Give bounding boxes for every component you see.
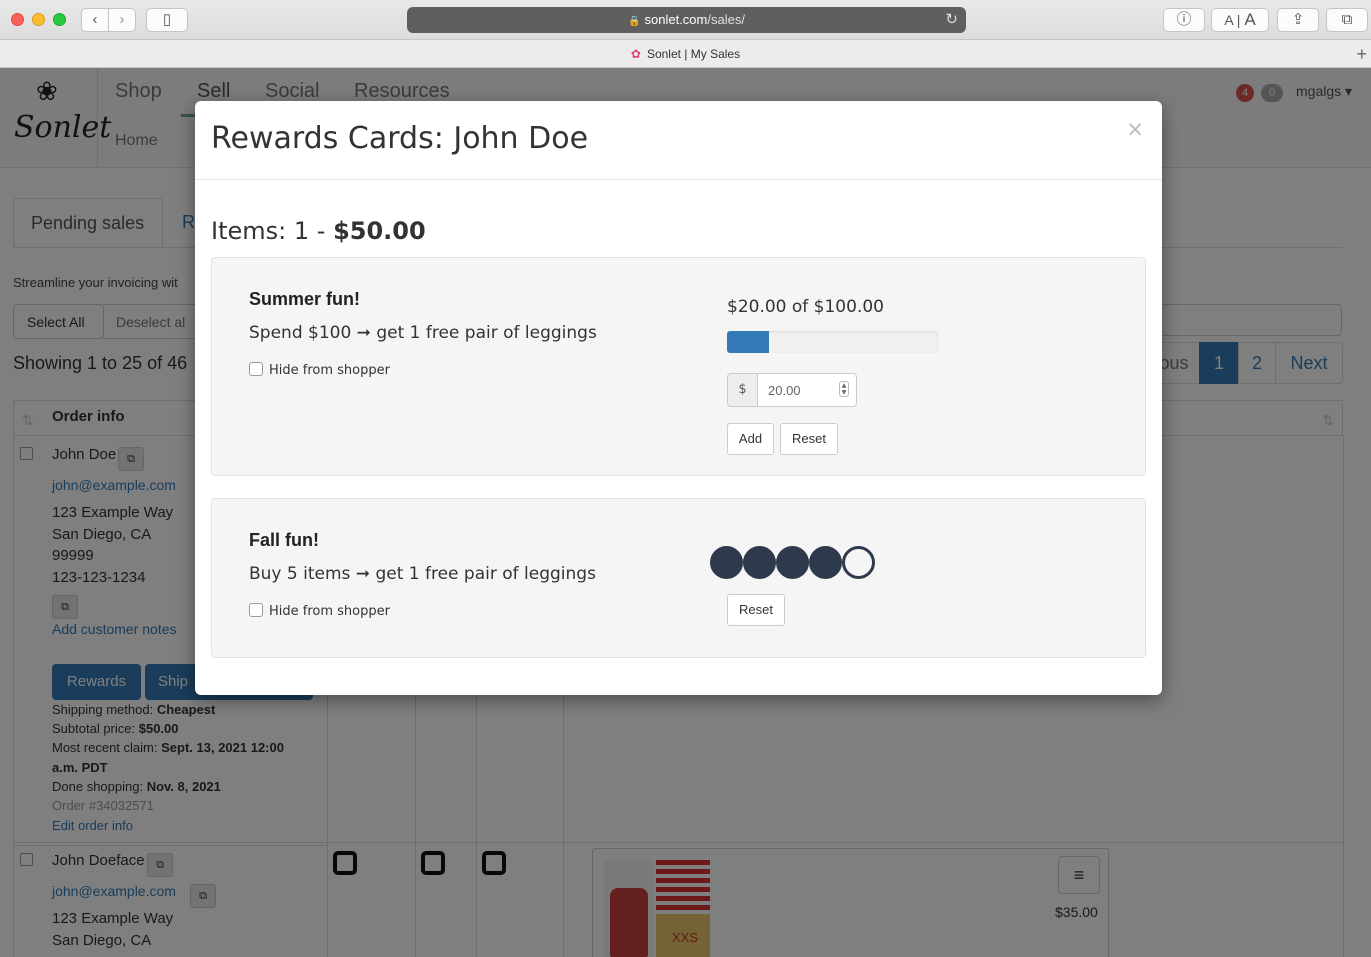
share-icon: ⇪ (1291, 11, 1305, 28)
currency-addon: $ (727, 373, 758, 407)
items-total: $50.00 (333, 217, 426, 245)
reward-card-title: Fall fun! (249, 530, 319, 550)
site-info-button[interactable]: ⓘ (1163, 8, 1205, 32)
items-count: Items: 1 - (211, 217, 326, 245)
info-icon: ⓘ (1176, 11, 1192, 28)
close-icon[interactable]: × (1126, 117, 1144, 141)
lock-icon: 🔒 (628, 16, 641, 27)
url-host: sonlet.com (644, 12, 708, 27)
text-size-large: A (1244, 10, 1256, 29)
items-summary: Items: 1 - $50.00 (211, 217, 426, 245)
reward-card-description: Buy 5 items ➞ get 1 free pair of legging… (249, 564, 596, 584)
empty-stamp-icon[interactable] (842, 546, 875, 579)
sidebar-icon: ▯ (162, 11, 172, 28)
show-tabs-button[interactable]: ⧉ (1326, 8, 1368, 32)
share-button[interactable]: ⇪ (1277, 8, 1319, 32)
hide-from-shopper-checkbox[interactable] (249, 362, 263, 376)
filled-stamp-icon[interactable] (743, 546, 776, 579)
reload-icon[interactable]: ↻ (945, 7, 958, 33)
filled-stamp-icon[interactable] (776, 546, 809, 579)
rewards-cards-modal: Rewards Cards: John Doe × Items: 1 - $50… (195, 101, 1162, 695)
address-bar[interactable]: 🔒 sonlet.com/sales/ ↻ (407, 7, 966, 33)
filled-stamp-icon[interactable] (809, 546, 842, 579)
text-size-button[interactable]: A | A (1211, 8, 1269, 32)
hide-from-shopper-label: Hide from shopper (269, 604, 390, 619)
close-window-button[interactable] (11, 13, 24, 26)
reset-button[interactable]: Reset (780, 423, 838, 455)
url-path: /sales/ (707, 12, 745, 27)
reward-card-description: Spend $100 ➞ get 1 free pair of leggings (249, 323, 597, 343)
sidebar-toggle-button[interactable]: ▯ (146, 8, 188, 32)
back-button[interactable]: ‹ (81, 8, 109, 32)
tab-title[interactable]: Sonlet | My Sales (647, 47, 740, 61)
chevron-right-icon: › (119, 11, 125, 28)
hide-from-shopper-label: Hide from shopper (269, 363, 390, 378)
favicon-icon: ✿ (630, 47, 641, 61)
browser-toolbar: ‹ › ▯ 🔒 sonlet.com/sales/ ↻ ⓘ A | A ⇪ ⧉ (0, 0, 1371, 40)
browser-chrome: ‹ › ▯ 🔒 sonlet.com/sales/ ↻ ⓘ A | A ⇪ ⧉ ✿… (0, 0, 1371, 68)
hide-from-shopper-toggle[interactable]: Hide from shopper (249, 362, 390, 378)
chevron-left-icon: ‹ (92, 11, 98, 28)
progress-fill (727, 331, 770, 353)
zoom-window-button[interactable] (53, 13, 66, 26)
spinner-icon[interactable]: ▲ ▼ (839, 381, 849, 397)
reset-button[interactable]: Reset (727, 594, 785, 626)
modal-header: Rewards Cards: John Doe × (195, 101, 1162, 180)
hide-from-shopper-checkbox[interactable] (249, 603, 263, 617)
amount-input-group: $ ▲▼ (727, 373, 857, 407)
reward-card-summer: Summer fun! Spend $100 ➞ get 1 free pair… (211, 257, 1146, 476)
text-size-small: A (1224, 12, 1233, 28)
new-tab-icon[interactable]: + (1356, 41, 1367, 67)
add-button[interactable]: Add (727, 423, 774, 455)
modal-title: Rewards Cards: John Doe (211, 121, 589, 156)
hide-from-shopper-toggle[interactable]: Hide from shopper (249, 603, 390, 619)
tab-bar: ✿ Sonlet | My Sales + (0, 41, 1371, 67)
reward-card-title: Summer fun! (249, 289, 361, 309)
minimize-window-button[interactable] (32, 13, 45, 26)
reward-progress-bar (727, 331, 938, 353)
tabs-icon: ⧉ (1341, 11, 1353, 28)
reward-card-fall: Fall fun! Buy 5 items ➞ get 1 free pair … (211, 498, 1146, 658)
progress-label: $20.00 of $100.00 (727, 297, 884, 317)
filled-stamp-icon[interactable] (710, 546, 743, 579)
forward-button[interactable]: › (108, 8, 136, 32)
